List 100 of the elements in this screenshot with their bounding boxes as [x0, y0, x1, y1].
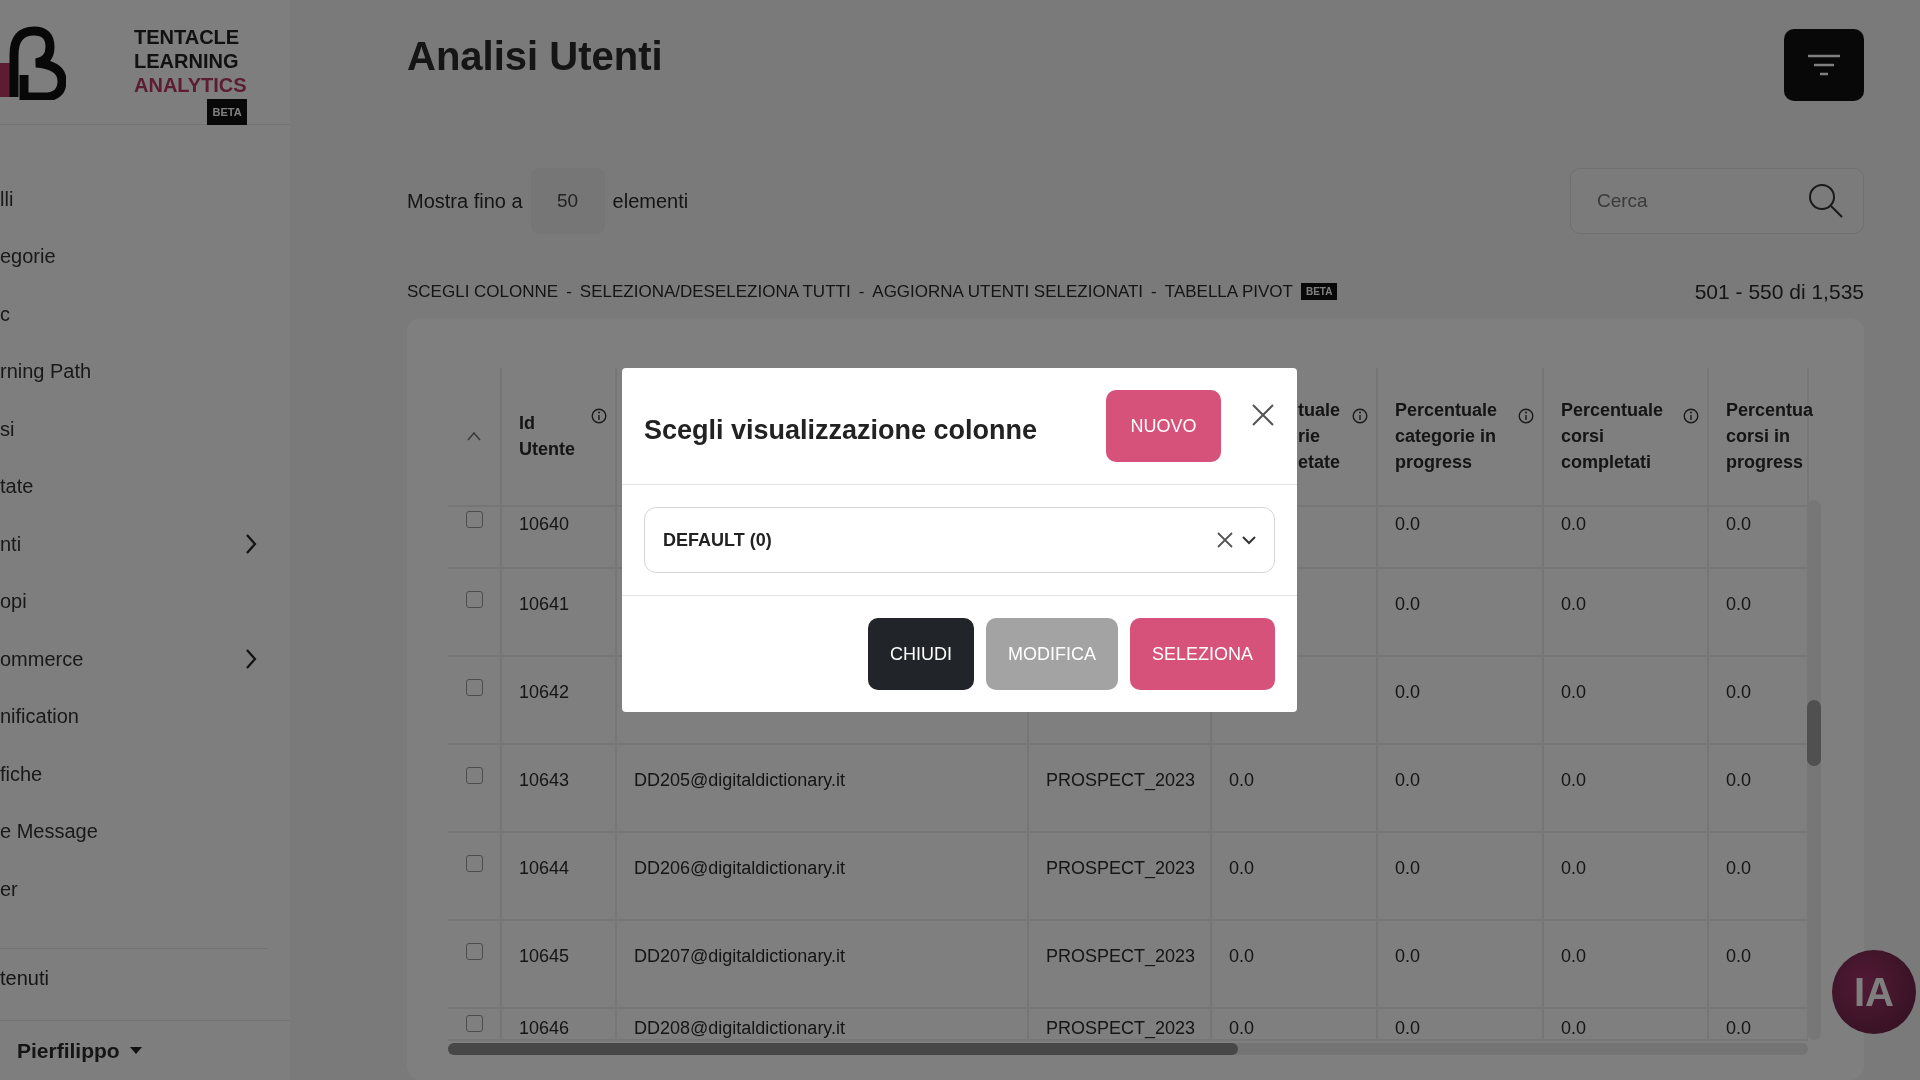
separator: -: [1151, 281, 1157, 303]
table-cell: 0.0: [1395, 681, 1421, 702]
table-cell: 0.0: [1395, 945, 1421, 966]
close-icon: [1251, 402, 1275, 427]
table-cell: 10641: [519, 593, 570, 614]
column-header[interactable]: Percentuale categorie in progress: [1395, 397, 1510, 475]
assistant-button[interactable]: IA: [1832, 950, 1916, 1034]
caret-icon: [129, 1046, 142, 1055]
sidebar-item-label: nti: [0, 531, 22, 557]
row-checkbox[interactable]: [465, 678, 483, 696]
row-checkbox[interactable]: [465, 942, 483, 960]
new-button[interactable]: NUOVO: [1106, 390, 1221, 462]
sidebar-item[interactable]: tate: [0, 457, 290, 515]
table-cell: 0.0: [1229, 945, 1255, 966]
sidebar-item-label: er: [0, 876, 18, 902]
sidebar-item-label: ommerce: [0, 646, 84, 672]
separator: -: [566, 281, 572, 303]
table-cell: 0.0: [1561, 513, 1587, 534]
sidebar-item-label: e Message: [0, 819, 98, 845]
sidebar-item-label: opi: [0, 589, 27, 615]
table-cell: 0.0: [1229, 857, 1255, 878]
scrollbar-thumb[interactable]: [1807, 700, 1821, 766]
row-checkbox[interactable]: [465, 854, 483, 872]
brand-name: ANALYTICS: [134, 73, 247, 97]
table-cell: 0.0: [1726, 681, 1752, 702]
sidebar-item[interactable]: nti: [0, 515, 290, 573]
page-size-label: Mostra fino a: [407, 189, 523, 214]
table-cell: 0.0: [1395, 769, 1421, 790]
sidebar-item-label: rning Path: [0, 359, 92, 385]
scrollbar-thumb[interactable]: [448, 1042, 1238, 1055]
table-cell: 10644: [519, 857, 570, 878]
column-header[interactable]: tuale rie etate: [1298, 397, 1348, 475]
sidebar-item[interactable]: er: [0, 860, 290, 918]
table-cell: 0.0: [1561, 1017, 1587, 1038]
row-checkbox[interactable]: [465, 766, 483, 784]
dialog-button[interactable]: CHIUDI: [867, 618, 974, 690]
column-header[interactable]: Percentuale corsi completati: [1561, 397, 1676, 475]
column-header[interactable]: Id Utente: [519, 410, 589, 462]
table-cell: 0.0: [1561, 857, 1587, 878]
table-cell: 0.0: [1229, 769, 1255, 790]
table-cell: 0.0: [1726, 857, 1752, 878]
table-cell: 0.0: [1726, 593, 1752, 614]
clear-icon[interactable]: [1216, 531, 1234, 549]
beta-tag: BETA: [1300, 283, 1338, 301]
filter-button[interactable]: [1784, 29, 1864, 101]
close-button[interactable]: [1251, 402, 1275, 427]
column-header[interactable]: Percentua corsi in progress: [1726, 397, 1814, 475]
search-icon: [1808, 183, 1844, 219]
table-cell: 0.0: [1229, 1017, 1255, 1038]
table-cell: 0.0: [1395, 1017, 1421, 1038]
table-cell: DD208@digitaldictionary.it: [634, 1017, 846, 1038]
filter-icon: [1807, 54, 1841, 76]
dialog-button[interactable]: SELEZIONA: [1129, 618, 1275, 690]
sidebar-item[interactable]: si: [0, 400, 290, 458]
sidebar-item[interactable]: ommerce: [0, 630, 290, 688]
row-checkbox[interactable]: [465, 1014, 483, 1032]
page-title: Analisi Utenti: [407, 33, 663, 80]
sidebar-item[interactable]: c: [0, 285, 290, 343]
sidebar-item[interactable]: tenuti: [0, 947, 268, 993]
table-cell: 0.0: [1726, 769, 1752, 790]
view-select[interactable]: DEFAULT (0): [644, 507, 1275, 573]
sidebar-item[interactable]: egorie: [0, 227, 290, 285]
row-checkbox[interactable]: [465, 510, 483, 528]
sidebar-item[interactable]: nification: [0, 687, 290, 745]
action-link[interactable]: TABELLA PIVOT: [1164, 279, 1293, 305]
page-size-label: elementi: [612, 189, 689, 214]
sort-icon[interactable]: [467, 431, 481, 441]
page-size-field[interactable]: 50: [530, 168, 605, 234]
table-cell: DD206@digitaldictionary.it: [634, 857, 846, 878]
sidebar-item[interactable]: opi: [0, 572, 290, 630]
beta-tag: BETA: [207, 99, 247, 125]
row-checkbox[interactable]: [465, 590, 483, 608]
sidebar-item-label: lli: [0, 186, 14, 212]
table-cell: 0.0: [1726, 945, 1752, 966]
table-cell: 0.0: [1561, 593, 1587, 614]
sidebar-item[interactable]: fiche: [0, 745, 290, 803]
table-cell: 10645: [519, 945, 570, 966]
sidebar-item[interactable]: lli: [0, 170, 290, 228]
logo-icon: [0, 25, 66, 100]
search-field[interactable]: Cerca: [1570, 168, 1864, 234]
table-cell: DD207@digitaldictionary.it: [634, 945, 846, 966]
separator: -: [858, 281, 865, 303]
sidebar-item[interactable]: rning Path: [0, 342, 290, 400]
table-cell: PROSPECT_2023: [1046, 769, 1196, 790]
chevron-down-icon[interactable]: [1242, 535, 1256, 545]
select-value: DEFAULT (0): [663, 528, 772, 552]
table-cell: PROSPECT_2023: [1046, 857, 1196, 878]
table-cell: 0.0: [1561, 681, 1587, 702]
action-link[interactable]: AGGIORNA UTENTI SELEZIONATI: [872, 279, 1144, 305]
sidebar-item[interactable]: e Message: [0, 802, 290, 860]
table-cell: DD205@digitaldictionary.it: [634, 769, 846, 790]
table-cell: 0.0: [1561, 945, 1587, 966]
table-cell: 10640: [519, 513, 570, 534]
sidebar-item-label: egorie: [0, 244, 56, 270]
sidebar-item-label: c: [0, 301, 10, 327]
table-cell: 0.0: [1726, 513, 1752, 534]
action-link[interactable]: SCEGLI COLONNE: [407, 279, 559, 305]
action-link[interactable]: SELEZIONA/DESELEZIONA TUTTI: [579, 279, 851, 305]
brand-name: TENTACLE: [134, 25, 241, 49]
user-name[interactable]: Pierfilippo: [17, 1034, 120, 1067]
